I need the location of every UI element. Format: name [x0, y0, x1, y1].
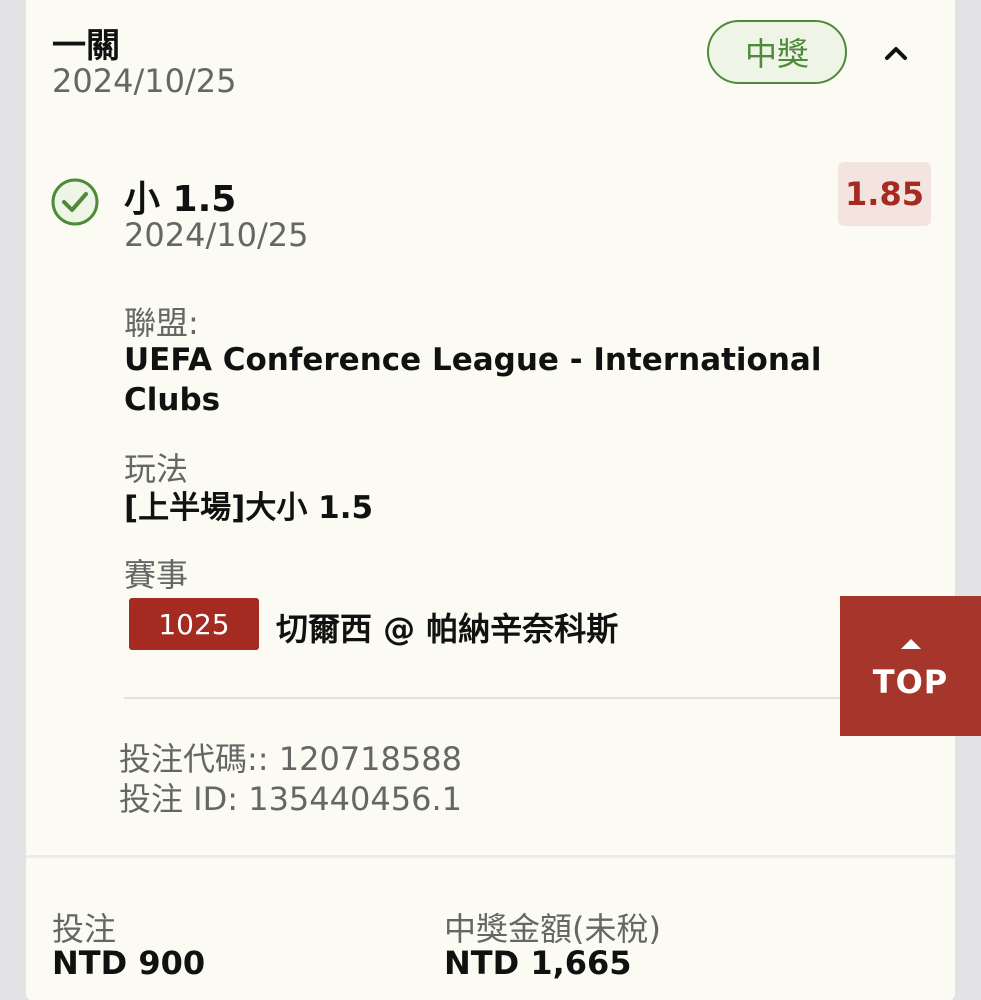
event-number-badge: 1025 [129, 598, 259, 650]
bet-card: 一關 2024/10/25 中獎 小 1.5 2024/10/25 1.85 聯… [26, 0, 955, 1000]
league-label: 聯盟: [124, 304, 199, 342]
payout-value: NTD 1,665 [444, 944, 632, 982]
selection-date: 2024/10/25 [124, 216, 309, 254]
top-label: TOP [872, 663, 949, 701]
back-to-top-button[interactable]: TOP [840, 596, 981, 736]
arrow-up-icon [900, 639, 921, 649]
market-label: 玩法 [124, 450, 189, 488]
chevron-up-icon [885, 47, 907, 60]
selection-name: 小 1.5 [124, 179, 237, 220]
event-label: 賽事 [124, 556, 189, 594]
check-circle-icon [51, 178, 99, 226]
collapse-toggle[interactable] [881, 38, 911, 68]
divider [124, 697, 955, 699]
league-value-line1: UEFA Conference League - International [124, 342, 822, 378]
odds-badge: 1.85 [838, 162, 931, 226]
status-badge: 中獎 [707, 20, 847, 84]
league-value-line2: Clubs [124, 382, 221, 418]
stake-value: NTD 900 [52, 944, 206, 982]
bet-date: 2024/10/25 [52, 62, 237, 100]
bet-id: 投注 ID: 135440456.1 [119, 780, 462, 818]
divider [26, 855, 955, 858]
bet-type: 一關 [52, 26, 120, 66]
event-name: 切爾西 @ 帕納辛奈科斯 [276, 610, 619, 648]
market-value: [上半場]大小 1.5 [124, 490, 374, 526]
